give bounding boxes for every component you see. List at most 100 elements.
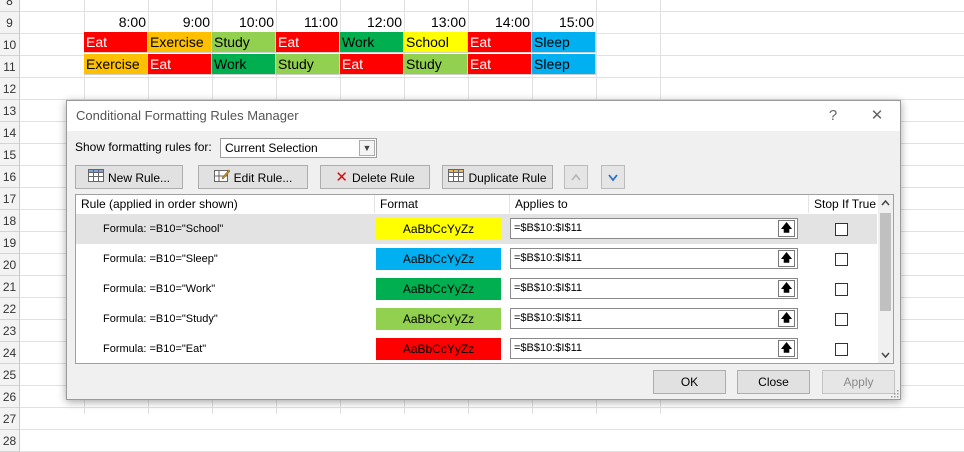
schedule-cell[interactable]: Exercise <box>148 32 212 53</box>
row-header[interactable]: 24 <box>0 342 20 364</box>
time-header-cell[interactable]: 9:00 <box>148 12 210 32</box>
row-header[interactable]: 26 <box>0 386 20 408</box>
applies-to-value: =$B$10:$I$11 <box>514 282 582 294</box>
duplicate-rule-label: Duplicate Rule <box>468 170 547 185</box>
schedule-cell[interactable]: Sleep <box>532 54 596 75</box>
schedule-cell[interactable]: Study <box>212 32 276 53</box>
show-rules-select[interactable]: Current Selection ▼ <box>220 138 377 158</box>
row-header[interactable]: 14 <box>0 122 20 144</box>
time-header-cell[interactable]: 13:00 <box>404 12 466 32</box>
applies-to-field[interactable]: =$B$10:$I$11 🡅 <box>510 308 798 329</box>
rule-row[interactable]: Formula: =B10="Study" AaBbCcYyZz =$B$10:$I… <box>76 304 877 334</box>
time-header-cell[interactable]: 12:00 <box>340 12 402 32</box>
row-header[interactable]: 27 <box>0 408 20 430</box>
range-picker-icon[interactable]: 🡅 <box>778 250 795 267</box>
row-header[interactable]: 28 <box>0 430 20 452</box>
help-button[interactable]: ? <box>816 105 850 127</box>
format-preview: AaBbCcYyZz <box>376 278 501 300</box>
row-header[interactable]: 8 <box>0 0 20 12</box>
schedule-cell[interactable]: Eat <box>468 32 532 53</box>
ok-button[interactable]: OK <box>653 370 726 394</box>
row-header[interactable]: 25 <box>0 364 20 386</box>
rule-row[interactable]: Formula: =B10="Work" AaBbCcYyZz =$B$10:$I$… <box>76 274 877 304</box>
move-up-button[interactable] <box>564 165 588 189</box>
resize-grip-icon[interactable] <box>890 389 899 398</box>
schedule-cell[interactable]: Work <box>212 54 276 75</box>
stop-if-true-checkbox[interactable] <box>835 313 848 326</box>
schedule-cell[interactable]: Work <box>340 32 404 53</box>
schedule-cell[interactable]: Sleep <box>532 32 596 53</box>
schedule-cell[interactable]: School <box>404 32 468 53</box>
range-picker-icon[interactable]: 🡅 <box>778 340 795 357</box>
column-applies-to: Applies to <box>510 195 809 213</box>
row-header[interactable]: 9 <box>0 12 20 34</box>
rules-scrollbar[interactable] <box>878 195 893 363</box>
applies-to-field[interactable]: =$B$10:$I$11 🡅 <box>510 248 798 269</box>
apply-button[interactable]: Apply <box>822 370 895 394</box>
rule-row[interactable]: Formula: =B10="School" AaBbCcYyZz =$B$10:$… <box>76 214 877 244</box>
stop-if-true-checkbox[interactable] <box>835 343 848 356</box>
time-header-cell[interactable]: 15:00 <box>532 12 594 32</box>
row-header[interactable]: 12 <box>0 78 20 100</box>
new-rule-label: New Rule... <box>107 170 171 185</box>
time-header-cell[interactable]: 14:00 <box>468 12 530 32</box>
applies-to-field[interactable]: =$B$10:$I$11 🡅 <box>510 218 798 239</box>
schedule-cell[interactable]: Eat <box>276 32 340 53</box>
schedule-cell[interactable]: Study <box>276 54 340 75</box>
stop-if-true-checkbox[interactable] <box>835 253 848 266</box>
conditional-formatting-dialog: Conditional Formatting Rules Manager ? ✕… <box>66 100 901 400</box>
schedule-cell[interactable]: Eat <box>84 32 148 53</box>
row-header[interactable]: 10 <box>0 34 20 56</box>
close-icon[interactable]: ✕ <box>860 105 894 127</box>
schedule-cell[interactable]: Eat <box>148 54 212 75</box>
row-gridline <box>20 407 964 408</box>
range-picker-icon[interactable]: 🡅 <box>778 220 795 237</box>
close-button[interactable]: Close <box>737 370 810 394</box>
time-header-cell[interactable]: 11:00 <box>276 12 338 32</box>
row-header[interactable]: 15 <box>0 144 20 166</box>
time-header-cell[interactable]: 8:00 <box>84 12 146 32</box>
row-header[interactable]: 23 <box>0 320 20 342</box>
delete-rule-button[interactable]: ✕ Delete Rule <box>320 165 430 189</box>
chevron-down-icon[interactable]: ▼ <box>359 140 375 156</box>
chevron-down-icon <box>608 174 618 182</box>
schedule-cell[interactable]: Eat <box>340 54 404 75</box>
scroll-down-icon[interactable] <box>880 350 891 360</box>
row-header[interactable]: 21 <box>0 276 20 298</box>
row-header[interactable]: 22 <box>0 298 20 320</box>
row-header[interactable]: 17 <box>0 188 20 210</box>
column-stop-if-true: Stop If True <box>814 197 877 211</box>
schedule-cell[interactable]: Exercise <box>84 54 148 75</box>
new-rule-button[interactable]: New Rule... <box>75 165 183 189</box>
row-header[interactable]: 11 <box>0 56 20 78</box>
applies-to-value: =$B$10:$I$11 <box>514 252 582 264</box>
format-preview: AaBbCcYyZz <box>376 248 501 270</box>
rule-row[interactable]: Formula: =B10="Sleep" AaBbCcYyZz =$B$10:$I… <box>76 244 877 274</box>
rule-row[interactable]: Formula: =B10="Eat" AaBbCcYyZz =$B$10:$I$1… <box>76 334 877 363</box>
edit-rule-button[interactable]: Edit Rule... <box>198 165 308 189</box>
range-picker-icon[interactable]: 🡅 <box>778 310 795 327</box>
range-picker-icon[interactable]: 🡅 <box>778 280 795 297</box>
applies-to-field[interactable]: =$B$10:$I$11 🡅 <box>510 338 798 359</box>
time-header-cell[interactable]: 10:00 <box>212 12 274 32</box>
schedule-cell[interactable]: Eat <box>468 54 532 75</box>
dialog-title: Conditional Formatting Rules Manager <box>76 108 299 123</box>
column-rule: Rule (applied in order shown) <box>76 195 375 213</box>
duplicate-rule-button[interactable]: Duplicate Rule <box>442 165 553 189</box>
rule-formula: Formula: =B10="Work" <box>103 283 216 295</box>
stop-if-true-checkbox[interactable] <box>835 283 848 296</box>
rule-formula: Formula: =B10="School" <box>103 223 224 235</box>
schedule-cell[interactable]: Study <box>404 54 468 75</box>
row-header[interactable]: 16 <box>0 166 20 188</box>
applies-to-value: =$B$10:$I$11 <box>514 312 582 324</box>
applies-to-field[interactable]: =$B$10:$I$11 🡅 <box>510 278 798 299</box>
row-header[interactable]: 13 <box>0 100 20 122</box>
row-header[interactable]: 18 <box>0 210 20 232</box>
stop-if-true-checkbox[interactable] <box>835 223 848 236</box>
rule-formula: Formula: =B10="Eat" <box>103 343 207 355</box>
scroll-up-icon[interactable] <box>880 198 891 208</box>
move-down-button[interactable] <box>601 165 625 189</box>
row-header[interactable]: 20 <box>0 254 20 276</box>
scroll-thumb[interactable] <box>880 213 891 311</box>
row-header[interactable]: 19 <box>0 232 20 254</box>
